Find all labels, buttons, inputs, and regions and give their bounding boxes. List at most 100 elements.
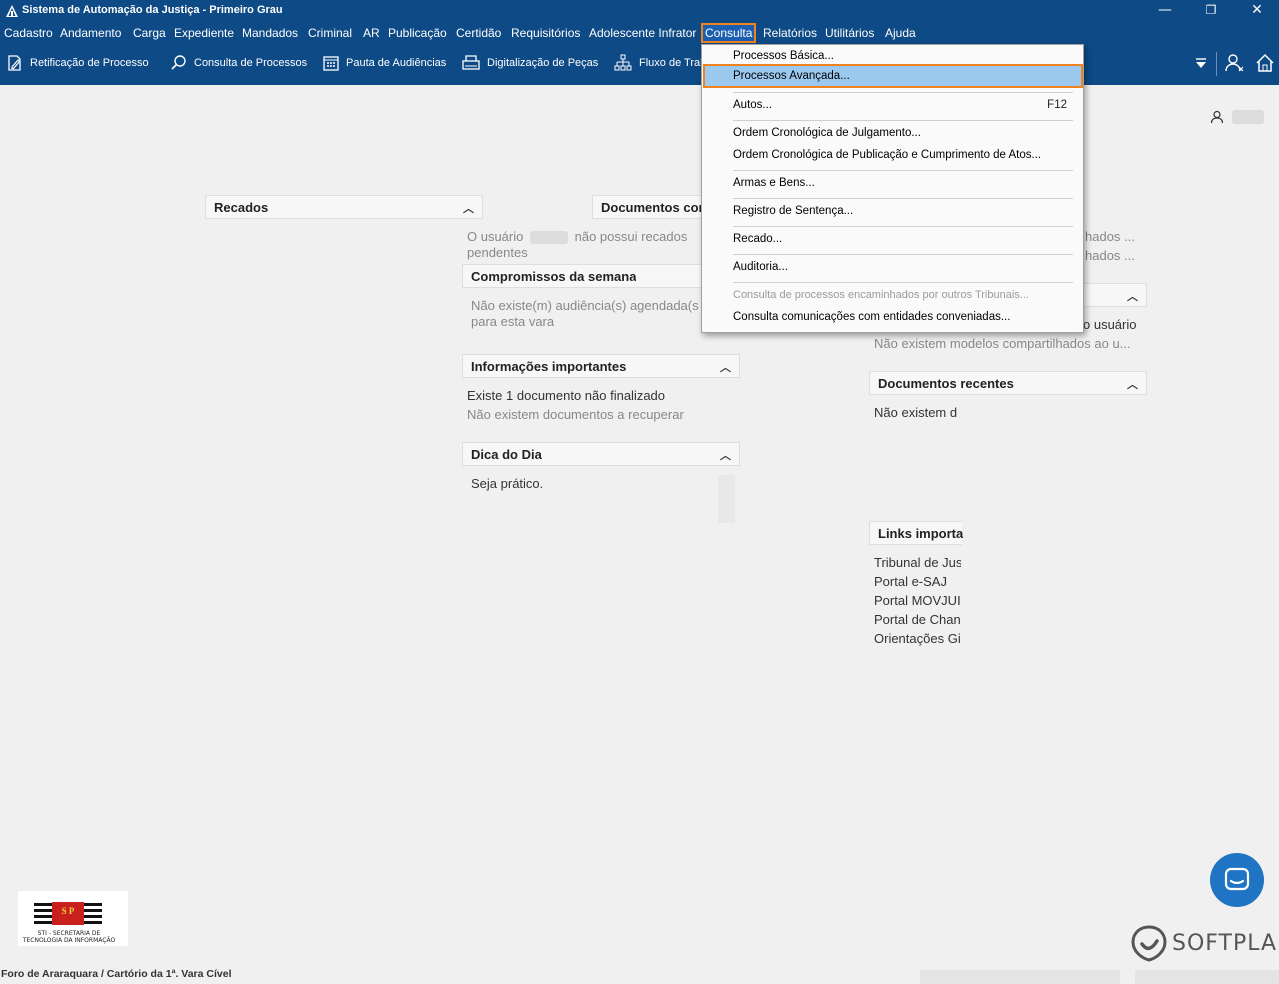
dropdown-arrow-icon[interactable] [1194,58,1208,70]
menu-publicacao[interactable]: Publicação [386,25,449,41]
sti-logo: S P STI - SECRETARIA DE TECNOLOGIA DA IN… [18,891,128,946]
recados-pendentes: pendentes [467,245,528,260]
status-bar-location: Foro de Araraquara / Cartório da 1ª. Var… [1,968,232,980]
home-icon[interactable] [1254,52,1276,74]
edit-document-icon [8,55,21,71]
collapse-chevron-icon[interactable]: ︿ [720,359,731,375]
current-user [1210,110,1264,127]
right-panel-fragment-2: hados ... [1085,248,1135,263]
dica-title: Dica do Dia [471,447,542,462]
menuitem-registro-sentenca[interactable]: Registro de Sentença... [733,205,853,217]
status-bar-redacted [920,970,1120,984]
status-bar-redacted [1135,970,1279,984]
collapse-chevron-icon[interactable]: ︿ [1127,288,1138,304]
menuitem-autos[interactable]: Autos... [733,99,772,111]
close-button[interactable]: ✕ [1234,0,1279,22]
menu-separator [733,170,1073,171]
link-portal-movjud[interactable]: Portal MOVJUI [874,593,961,608]
sti-seal-text: S P [61,906,75,916]
menu-utilitarios[interactable]: Utilitários [823,25,876,41]
digitalizacao-pecas-label: Digitalização de Peças [487,57,599,69]
collapse-chevron-icon[interactable]: ︿ [720,447,731,463]
compromissos-panel-header[interactable]: Compromissos da semana [462,264,702,288]
menu-bar: Cadastro Andamento Carga Expediente Mand… [0,22,1279,44]
menu-consulta[interactable]: Consulta [701,23,757,43]
recados-panel-header[interactable]: Recados ︿ [205,195,483,219]
menuitem-auditoria[interactable]: Auditoria... [733,261,788,273]
menu-expediente[interactable]: Expediente [172,25,236,41]
menuitem-armas-bens[interactable]: Armas e Bens... [733,177,815,189]
fluxo-trabalho-button[interactable]: Fluxo de Tral [613,54,703,72]
digitalizacao-pecas-button[interactable]: Digitalização de Peças [461,54,598,72]
scanner-icon [462,55,480,70]
pauta-audiencias-label: Pauta de Audiências [346,57,447,69]
menu-andamento[interactable]: Andamento [58,25,123,41]
sti-caption-line2: TECNOLOGIA DA INFORMAÇÃO [22,937,116,944]
fluxo-trabalho-label: Fluxo de Tral [639,57,703,69]
pauta-audiencias-button[interactable]: Pauta de Audiências [322,54,446,72]
workflow-icon [614,54,632,71]
autos-shortcut: F12 [1047,99,1067,111]
doc-recentes-panel-header[interactable]: Documentos recentes ︿ [869,371,1147,395]
menu-requisitorios[interactable]: Requisitórios [509,25,582,41]
menu-ar[interactable]: AR [361,25,382,41]
menuitem-comunicacoes-conveniadas[interactable]: Consulta comunicações com entidades conv… [733,311,1010,323]
menuitem-ordem-publicacao[interactable]: Ordem Cronológica de Publicação e Cumpri… [733,149,1041,161]
menuitem-processos-encaminhados: Consulta de processos encaminhados por o… [733,289,1029,301]
chat-support-button[interactable] [1210,853,1264,907]
link-tribunal[interactable]: Tribunal de Jus [874,555,961,570]
menu-ajuda[interactable]: Ajuda [883,25,918,41]
link-portal-chamados[interactable]: Portal de Chan [874,612,961,627]
menu-criminal[interactable]: Criminal [306,25,354,41]
informacoes-panel-header[interactable]: Informações importantes ︿ [462,354,740,378]
title-bar: Sistema de Automação da Justiça - Primei… [0,0,1279,22]
documentos-panel-header[interactable]: Documentos cor [592,195,704,219]
recados-message-prefix: O usuário [467,229,524,244]
app-logo-icon [6,5,18,17]
dica-panel-header[interactable]: Dica do Dia ︿ [462,442,740,466]
menu-relatorios[interactable]: Relatórios [761,25,819,41]
sti-caption-line1: STI - SECRETARIA DE [37,930,101,937]
softplan-logo-icon [1131,925,1167,962]
links-panel-header[interactable]: Links importa [869,521,963,545]
retificacao-processo-button[interactable]: Retificação de Processo [6,54,149,72]
softplan-brand: SOFTPLAN [1130,924,1279,962]
menu-cadastro[interactable]: Cadastro [2,25,55,41]
links-title: Links importa [878,526,963,541]
switch-user-icon[interactable] [1224,52,1246,74]
menu-adolescente-infrator[interactable]: Adolescente Infrator [587,25,698,41]
search-icon [171,55,186,70]
collapse-chevron-icon[interactable]: ︿ [463,200,474,216]
recados-message-suffix: não possui recados [574,229,688,244]
link-portal-esaj[interactable]: Portal e-SAJ [874,574,961,589]
user-icon [1210,110,1224,124]
username-redacted [530,231,568,245]
menuitem-ordem-julgamento[interactable]: Ordem Cronológica de Julgamento... [733,127,921,139]
link-orientacoes[interactable]: Orientações Gi [874,631,961,646]
collapse-chevron-icon[interactable]: ︿ [1127,376,1138,392]
consulta-processos-button[interactable]: Consulta de Processos [170,54,307,72]
dica-scrollbar[interactable] [718,475,735,523]
menu-carga[interactable]: Carga [131,25,168,41]
menu-separator [733,120,1073,121]
menuitem-recado[interactable]: Recado... [733,233,782,245]
menuitem-processos-basica[interactable]: Processos Básica... [733,50,834,62]
consulta-dropdown-menu: Processos Básica... Processos Avançada..… [701,44,1084,333]
compromissos-title: Compromissos da semana [471,269,637,284]
modelos-panel-header[interactable]: ︿ [1078,283,1147,307]
window-title: Sistema de Automação da Justiça - Primei… [22,4,283,16]
restore-button[interactable]: ❐ [1188,0,1234,22]
documentos-title: Documentos cor [601,200,704,215]
consulta-processos-label: Consulta de Processos [194,57,308,69]
doc-recentes-title: Documentos recentes [878,376,1014,391]
menu-certidao[interactable]: Certidão [454,25,503,41]
calendar-icon [323,56,339,71]
right-panel-fragment-1: hados ... [1085,229,1135,244]
audiencia-message-line1: Não existe(m) audiência(s) agendada(s [471,298,699,313]
menu-separator [733,254,1073,255]
menu-mandados[interactable]: Mandados [240,25,300,41]
menuitem-processos-avancada[interactable]: Processos Avançada... [733,70,850,82]
info-line-1: Existe 1 documento não finalizado [467,388,666,403]
minimize-button[interactable]: — [1142,0,1188,22]
recados-message: O usuário não possui recados [467,229,688,245]
